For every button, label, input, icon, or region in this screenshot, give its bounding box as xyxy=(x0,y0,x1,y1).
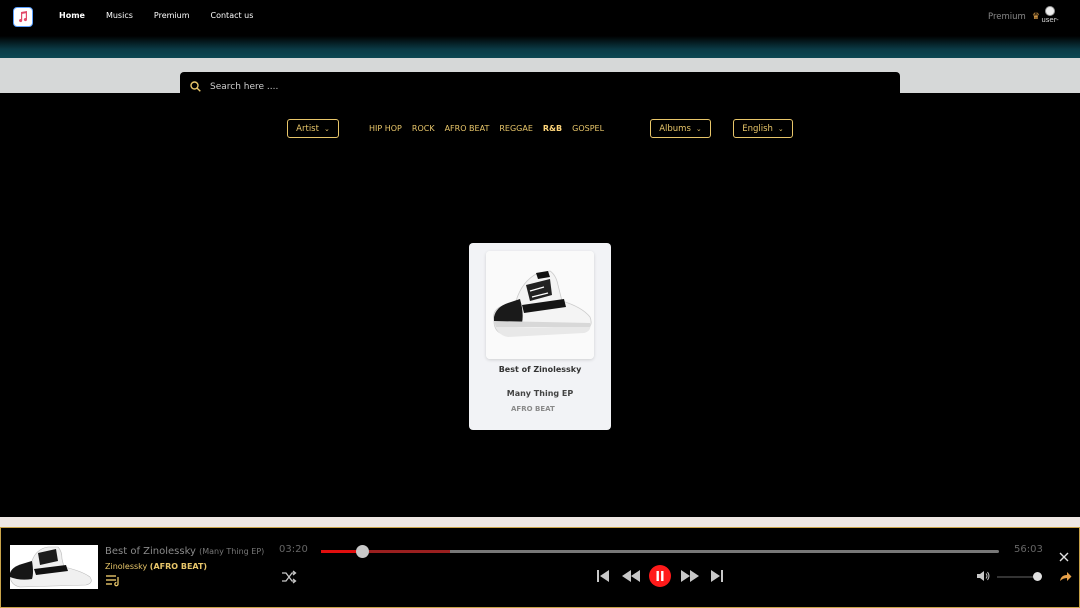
playlist-icon[interactable] xyxy=(105,574,121,588)
now-playing-album: (Many Thing EP) xyxy=(199,547,265,556)
genre-tabs: HIP HOP ROCK AFRO BEAT REGGAE R&B GOSPEL xyxy=(369,124,614,133)
now-playing-artist: Zinolessky (AFRO BEAT) xyxy=(105,562,207,571)
user-avatar[interactable]: user- xyxy=(1040,6,1060,28)
search-icon xyxy=(190,81,201,92)
now-playing-song: Best of Zinolessky xyxy=(105,546,196,557)
crown-icon: ♛ xyxy=(1031,12,1040,22)
genre-tab-reggae[interactable]: REGGAE xyxy=(499,124,533,133)
chevron-down-icon: ⌄ xyxy=(323,124,330,133)
album-card[interactable]: Best of Zinolessky Many Thing EP AFRO BE… xyxy=(469,243,611,430)
rewind-icon[interactable] xyxy=(621,569,641,583)
albums-dropdown-label: Albums xyxy=(659,123,691,134)
nav-link-contact-us[interactable]: Contact us xyxy=(211,11,254,20)
artist-dropdown[interactable]: Artist ⌄ xyxy=(287,119,339,138)
fast-forward-icon[interactable] xyxy=(680,569,700,583)
share-icon[interactable] xyxy=(1059,571,1072,582)
genre-tab-gospel[interactable]: GOSPEL xyxy=(572,124,604,133)
player-top-strip xyxy=(0,517,1080,527)
language-dropdown-label: English xyxy=(742,123,773,134)
nav-link-musics[interactable]: Musics xyxy=(106,11,133,20)
app-logo-icon[interactable] xyxy=(13,7,33,27)
pause-icon xyxy=(656,571,664,581)
albums-dropdown[interactable]: Albums ⌄ xyxy=(650,119,711,138)
total-time: 56:03 xyxy=(1014,544,1043,555)
genre-tab-rock[interactable]: ROCK xyxy=(412,124,435,133)
genre-tab-r-b[interactable]: R&B xyxy=(543,124,562,133)
volume-icon[interactable] xyxy=(976,570,990,582)
search-bar xyxy=(180,72,900,94)
nav-link-home[interactable]: Home xyxy=(59,11,85,20)
volume-knob[interactable] xyxy=(1032,572,1042,581)
now-playing-genre: (AFRO BEAT) xyxy=(149,562,208,571)
pause-button[interactable] xyxy=(649,565,671,587)
album-card-album: Many Thing EP xyxy=(506,389,574,398)
close-icon[interactable] xyxy=(1059,552,1069,562)
now-playing-title: Best of Zinolessky (Many Thing EP) xyxy=(105,546,264,557)
skip-next-icon[interactable] xyxy=(709,569,725,583)
header-gradient-strip xyxy=(0,36,1080,58)
current-time: 03:20 xyxy=(279,544,308,555)
search-input[interactable] xyxy=(210,80,810,94)
chevron-down-icon: ⌄ xyxy=(777,124,784,133)
now-playing-artist-name: Zinolessky xyxy=(105,562,148,571)
genre-tab-afro-beat[interactable]: AFRO BEAT xyxy=(445,124,490,133)
album-card-title: Best of Zinolessky xyxy=(498,365,582,374)
nav-links: Home Musics Premium Contact us xyxy=(59,11,274,20)
album-card-genre: AFRO BEAT xyxy=(511,405,555,413)
nav-link-premium[interactable]: Premium xyxy=(154,11,190,20)
chevron-down-icon: ⌄ xyxy=(695,124,702,133)
skip-previous-icon[interactable] xyxy=(595,569,611,583)
now-playing-thumbnail xyxy=(10,545,98,589)
user-avatar-icon xyxy=(1045,6,1055,16)
top-navbar: Home Musics Premium Contact us Premium ♛ us… xyxy=(0,0,1080,36)
genre-tab-hip-hop[interactable]: HIP HOP xyxy=(369,124,402,133)
language-dropdown[interactable]: English ⌄ xyxy=(733,119,793,138)
music-player: Best of Zinolessky (Many Thing EP) Zinol… xyxy=(0,527,1080,608)
shuffle-icon[interactable] xyxy=(281,570,297,584)
premium-label: Premium xyxy=(988,12,1026,22)
album-cover-image xyxy=(486,251,594,359)
progress-bar[interactable] xyxy=(321,545,999,558)
user-label: user- xyxy=(1041,16,1059,24)
filter-bar: Artist ⌄ HIP HOP ROCK AFRO BEAT REGGAE R&B GO… xyxy=(0,119,1080,139)
progress-knob[interactable] xyxy=(355,545,369,558)
artist-dropdown-label: Artist xyxy=(296,123,319,134)
premium-link[interactable]: Premium ♛ xyxy=(988,12,1040,22)
